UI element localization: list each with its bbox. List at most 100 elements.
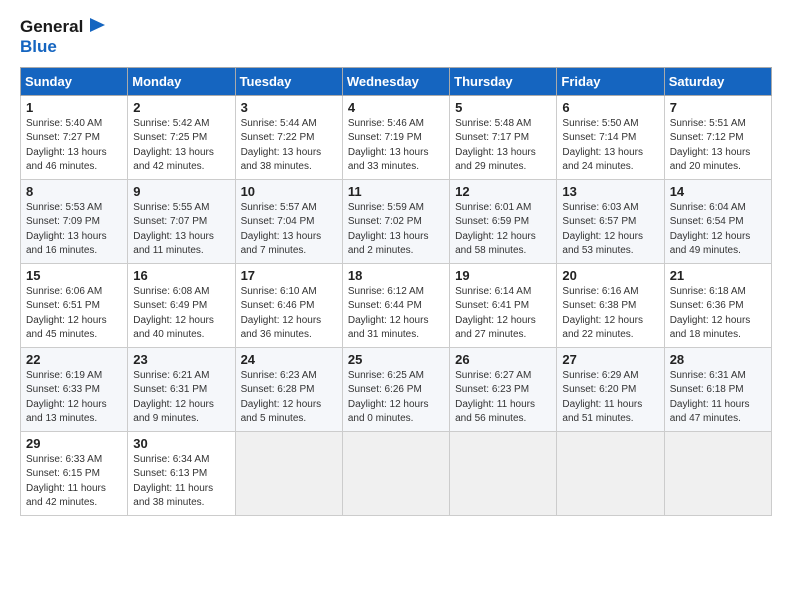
calendar-cell: 21 Sunrise: 6:18 AMSunset: 6:36 PMDayligh…: [664, 263, 771, 347]
day-number: 2: [133, 100, 229, 115]
calendar-cell: 20 Sunrise: 6:16 AMSunset: 6:38 PMDayligh…: [557, 263, 664, 347]
week-row-2: 8 Sunrise: 5:53 AMSunset: 7:09 PMDaylight…: [21, 179, 772, 263]
week-row-4: 22Sunrise: 6:19 AMSunset: 6:33 PMDayligh…: [21, 347, 772, 431]
day-info: Sunrise: 6:29 AMSunset: 6:20 PMDaylight:…: [562, 369, 658, 427]
day-number: 26: [455, 352, 551, 367]
calendar-cell: 11 Sunrise: 5:59 AMSunset: 7:02 PMDayligh…: [342, 179, 449, 263]
header: General Blue: [20, 16, 772, 57]
calendar-cell: 22Sunrise: 6:19 AMSunset: 6:33 PMDayligh…: [21, 347, 128, 431]
day-number: 29: [26, 436, 122, 451]
day-info: Sunrise: 5:50 AMSunset: 7:14 PMDaylight:…: [562, 117, 658, 175]
header-row: SundayMondayTuesdayWednesdayThursdayFrid…: [21, 67, 772, 95]
week-row-1: 1 Sunrise: 5:40 AMSunset: 7:27 PMDaylight…: [21, 95, 772, 179]
calendar-cell: 23Sunrise: 6:21 AMSunset: 6:31 PMDayligh…: [128, 347, 235, 431]
day-number: 8: [26, 184, 122, 199]
col-header-sunday: Sunday: [21, 67, 128, 95]
calendar-cell: 25 Sunrise: 6:25 AMSunset: 6:26 PMDayligh…: [342, 347, 449, 431]
logo-blue: Blue: [20, 38, 107, 57]
day-info: Sunrise: 6:19 AMSunset: 6:33 PMDaylight:…: [26, 369, 122, 427]
calendar-cell: 4 Sunrise: 5:46 AMSunset: 7:19 PMDaylight…: [342, 95, 449, 179]
day-number: 13: [562, 184, 658, 199]
calendar-cell: 9 Sunrise: 5:55 AMSunset: 7:07 PMDaylight…: [128, 179, 235, 263]
calendar-cell: [235, 431, 342, 515]
calendar-cell: 29 Sunrise: 6:33 AMSunset: 6:15 PMDayligh…: [21, 431, 128, 515]
day-number: 20: [562, 268, 658, 283]
day-info: Sunrise: 5:46 AMSunset: 7:19 PMDaylight:…: [348, 117, 444, 175]
calendar-cell: 27Sunrise: 6:29 AMSunset: 6:20 PMDayligh…: [557, 347, 664, 431]
day-info: Sunrise: 6:31 AMSunset: 6:18 PMDaylight:…: [670, 369, 766, 427]
day-number: 14: [670, 184, 766, 199]
calendar-cell: 16Sunrise: 6:08 AMSunset: 6:49 PMDayligh…: [128, 263, 235, 347]
day-info: Sunrise: 5:55 AMSunset: 7:07 PMDaylight:…: [133, 201, 229, 259]
day-number: 6: [562, 100, 658, 115]
day-number: 19: [455, 268, 551, 283]
logo: General Blue: [20, 16, 107, 57]
day-info: Sunrise: 6:04 AMSunset: 6:54 PMDaylight:…: [670, 201, 766, 259]
day-number: 18: [348, 268, 444, 283]
col-header-friday: Friday: [557, 67, 664, 95]
day-number: 3: [241, 100, 337, 115]
calendar-cell: [557, 431, 664, 515]
day-info: Sunrise: 6:25 AMSunset: 6:26 PMDaylight:…: [348, 369, 444, 427]
calendar-cell: 5Sunrise: 5:48 AMSunset: 7:17 PMDaylight…: [450, 95, 557, 179]
day-info: Sunrise: 6:08 AMSunset: 6:49 PMDaylight:…: [133, 285, 229, 343]
day-number: 7: [670, 100, 766, 115]
calendar-cell: 7 Sunrise: 5:51 AMSunset: 7:12 PMDaylight…: [664, 95, 771, 179]
day-info: Sunrise: 5:53 AMSunset: 7:09 PMDaylight:…: [26, 201, 122, 259]
day-number: 24: [241, 352, 337, 367]
day-info: Sunrise: 5:42 AMSunset: 7:25 PMDaylight:…: [133, 117, 229, 175]
calendar-cell: 12Sunrise: 6:01 AMSunset: 6:59 PMDayligh…: [450, 179, 557, 263]
day-number: 1: [26, 100, 122, 115]
day-info: Sunrise: 6:33 AMSunset: 6:15 PMDaylight:…: [26, 453, 122, 511]
day-number: 17: [241, 268, 337, 283]
col-header-saturday: Saturday: [664, 67, 771, 95]
calendar-cell: 2 Sunrise: 5:42 AMSunset: 7:25 PMDaylight…: [128, 95, 235, 179]
day-number: 11: [348, 184, 444, 199]
calendar-cell: [450, 431, 557, 515]
day-info: Sunrise: 6:34 AMSunset: 6:13 PMDaylight:…: [133, 453, 229, 511]
day-info: Sunrise: 5:40 AMSunset: 7:27 PMDaylight:…: [26, 117, 122, 175]
col-header-wednesday: Wednesday: [342, 67, 449, 95]
day-number: 9: [133, 184, 229, 199]
day-info: Sunrise: 5:51 AMSunset: 7:12 PMDaylight:…: [670, 117, 766, 175]
day-info: Sunrise: 6:18 AMSunset: 6:36 PMDaylight:…: [670, 285, 766, 343]
logo-container: General Blue: [20, 16, 107, 57]
day-info: Sunrise: 6:23 AMSunset: 6:28 PMDaylight:…: [241, 369, 337, 427]
day-number: 4: [348, 100, 444, 115]
day-number: 23: [133, 352, 229, 367]
logo-flag-icon: [85, 16, 107, 38]
day-number: 21: [670, 268, 766, 283]
week-row-3: 15 Sunrise: 6:06 AMSunset: 6:51 PMDayligh…: [21, 263, 772, 347]
day-number: 25: [348, 352, 444, 367]
calendar-cell: [342, 431, 449, 515]
calendar-cell: 6 Sunrise: 5:50 AMSunset: 7:14 PMDaylight…: [557, 95, 664, 179]
calendar-cell: [664, 431, 771, 515]
day-info: Sunrise: 6:27 AMSunset: 6:23 PMDaylight:…: [455, 369, 551, 427]
calendar-cell: 15 Sunrise: 6:06 AMSunset: 6:51 PMDayligh…: [21, 263, 128, 347]
day-info: Sunrise: 6:03 AMSunset: 6:57 PMDaylight:…: [562, 201, 658, 259]
day-info: Sunrise: 6:14 AMSunset: 6:41 PMDaylight:…: [455, 285, 551, 343]
calendar-cell: 13 Sunrise: 6:03 AMSunset: 6:57 PMDayligh…: [557, 179, 664, 263]
day-info: Sunrise: 6:06 AMSunset: 6:51 PMDaylight:…: [26, 285, 122, 343]
day-info: Sunrise: 6:01 AMSunset: 6:59 PMDaylight:…: [455, 201, 551, 259]
day-info: Sunrise: 5:57 AMSunset: 7:04 PMDaylight:…: [241, 201, 337, 259]
calendar-cell: 3 Sunrise: 5:44 AMSunset: 7:22 PMDaylight…: [235, 95, 342, 179]
calendar-cell: 1 Sunrise: 5:40 AMSunset: 7:27 PMDaylight…: [21, 95, 128, 179]
day-number: 15: [26, 268, 122, 283]
calendar-cell: 8 Sunrise: 5:53 AMSunset: 7:09 PMDaylight…: [21, 179, 128, 263]
week-row-5: 29 Sunrise: 6:33 AMSunset: 6:15 PMDayligh…: [21, 431, 772, 515]
calendar-cell: 24 Sunrise: 6:23 AMSunset: 6:28 PMDayligh…: [235, 347, 342, 431]
day-info: Sunrise: 6:16 AMSunset: 6:38 PMDaylight:…: [562, 285, 658, 343]
day-info: Sunrise: 5:44 AMSunset: 7:22 PMDaylight:…: [241, 117, 337, 175]
calendar-cell: 17Sunrise: 6:10 AMSunset: 6:46 PMDayligh…: [235, 263, 342, 347]
calendar-cell: 30 Sunrise: 6:34 AMSunset: 6:13 PMDayligh…: [128, 431, 235, 515]
col-header-tuesday: Tuesday: [235, 67, 342, 95]
col-header-thursday: Thursday: [450, 67, 557, 95]
day-info: Sunrise: 6:12 AMSunset: 6:44 PMDaylight:…: [348, 285, 444, 343]
calendar-cell: 28Sunrise: 6:31 AMSunset: 6:18 PMDayligh…: [664, 347, 771, 431]
day-info: Sunrise: 5:59 AMSunset: 7:02 PMDaylight:…: [348, 201, 444, 259]
calendar-cell: 26 Sunrise: 6:27 AMSunset: 6:23 PMDayligh…: [450, 347, 557, 431]
calendar-table: SundayMondayTuesdayWednesdayThursdayFrid…: [20, 67, 772, 516]
page: General Blue SundayMondayTuesdayWednesda…: [0, 0, 792, 526]
day-number: 30: [133, 436, 229, 451]
